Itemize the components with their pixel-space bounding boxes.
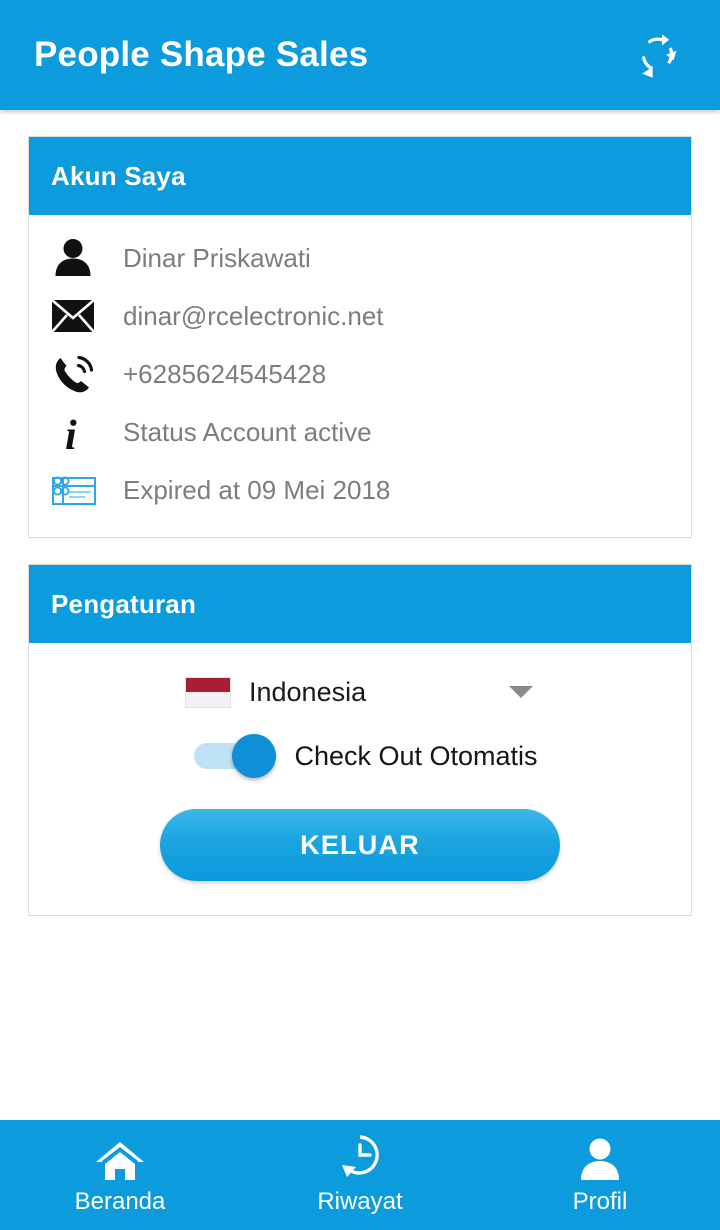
account-row-status: i Status Account active [29, 403, 691, 461]
account-card-header: Akun Saya [29, 137, 691, 215]
account-email-value: dinar@rcelectronic.net [123, 300, 384, 331]
home-icon [94, 1136, 146, 1184]
nav-item-riwayat[interactable]: Riwayat [240, 1120, 480, 1230]
account-row-name: Dinar Priskawati [29, 229, 691, 287]
account-row-email: dinar@rcelectronic.net [29, 287, 691, 345]
person-icon [576, 1136, 624, 1184]
app-title: People Shape Sales [34, 35, 369, 74]
page-content: Akun Saya Dinar Priskawati dinar@rcelect… [0, 136, 720, 916]
language-selected-value: Indonesia [249, 676, 367, 707]
envelope-icon [51, 293, 109, 339]
nav-label-riwayat: Riwayat [317, 1188, 403, 1215]
logout-button[interactable]: KELUAR [160, 809, 560, 881]
phone-ring-icon [51, 351, 109, 397]
auto-checkout-label: Check Out Otomatis [294, 740, 538, 771]
account-row-phone: +6285624545428 [29, 345, 691, 403]
chevron-down-icon[interactable] [509, 686, 533, 698]
nav-item-profil[interactable]: Profil [480, 1120, 720, 1230]
language-selector[interactable]: Indonesia [185, 669, 535, 715]
person-icon [51, 235, 109, 281]
toggle-thumb [232, 734, 277, 778]
account-phone-value: +6285624545428 [123, 358, 327, 389]
sync-refresh-icon[interactable] [628, 26, 686, 84]
settings-card-title: Pengaturan [51, 588, 197, 619]
account-status-value: Status Account active [123, 416, 372, 447]
gift-card-icon [51, 467, 109, 513]
auto-checkout-row[interactable]: Check Out Otomatis [194, 727, 538, 785]
account-card: Akun Saya Dinar Priskawati dinar@rcelect… [28, 136, 692, 538]
info-icon: i [51, 409, 109, 455]
nav-item-beranda[interactable]: Beranda [0, 1120, 240, 1230]
account-card-body: Dinar Priskawati dinar@rcelectronic.net [29, 215, 691, 537]
settings-card-body: Indonesia Check Out Otomatis KELUAR [29, 643, 691, 915]
auto-checkout-toggle[interactable] [194, 734, 277, 778]
nav-label-profil: Profil [572, 1188, 628, 1215]
svg-text:i: i [65, 413, 77, 455]
account-name-value: Dinar Priskawati [123, 242, 311, 273]
history-icon [334, 1135, 386, 1184]
settings-card: Pengaturan Indonesia Check Out Otomatis … [28, 564, 692, 916]
account-card-title: Akun Saya [51, 160, 186, 191]
settings-card-header: Pengaturan [29, 565, 691, 643]
app-bar: People Shape Sales [0, 0, 720, 110]
account-row-expiry: Expired at 09 Mei 2018 [29, 461, 691, 519]
bottom-navigation: Beranda Riwayat Profil [0, 1120, 720, 1230]
indonesia-flag-icon [185, 676, 231, 708]
account-expiry-value: Expired at 09 Mei 2018 [123, 474, 391, 505]
nav-label-beranda: Beranda [74, 1188, 166, 1215]
